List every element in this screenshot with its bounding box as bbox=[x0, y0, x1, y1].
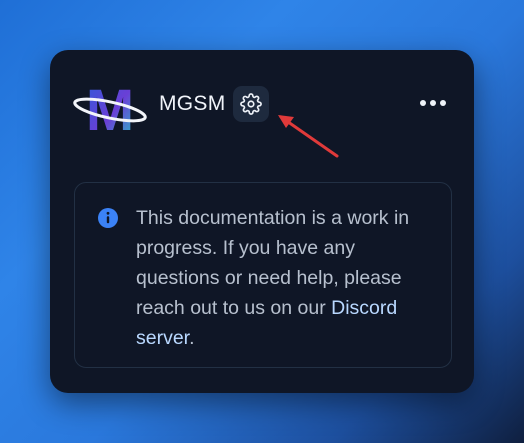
more-horizontal-icon bbox=[420, 100, 426, 106]
app-card: M MGSM This documentation is a work in p… bbox=[50, 50, 474, 393]
red-arrow-annotation bbox=[278, 115, 339, 158]
app-title: MGSM bbox=[159, 92, 226, 115]
info-notice: This documentation is a work in progress… bbox=[74, 182, 452, 368]
settings-button[interactable] bbox=[233, 86, 269, 122]
notice-end: . bbox=[189, 327, 195, 349]
mgsm-logo: M bbox=[73, 78, 147, 134]
info-icon bbox=[98, 208, 118, 228]
gear-icon bbox=[240, 93, 262, 115]
notice-text: This documentation is a work in progress… bbox=[136, 203, 436, 353]
more-menu-button[interactable] bbox=[416, 92, 450, 114]
